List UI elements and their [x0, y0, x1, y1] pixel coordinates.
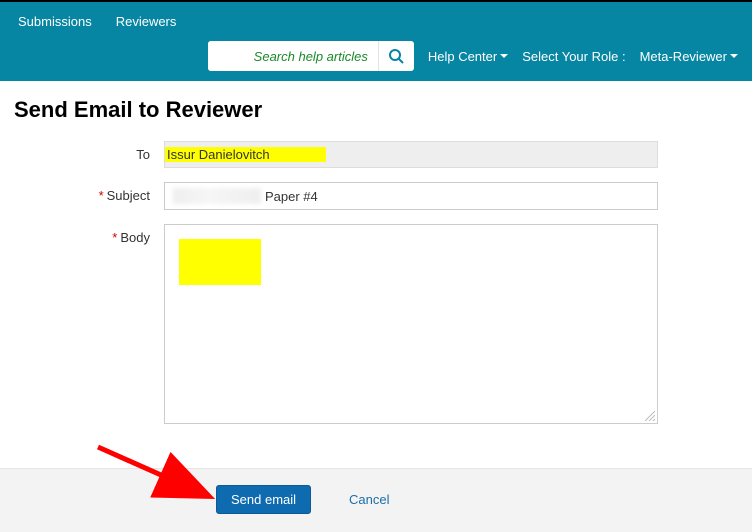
body-label: *Body [14, 224, 164, 245]
subject-input[interactable]: Paper #4 [164, 182, 658, 210]
send-email-button[interactable]: Send email [216, 485, 311, 514]
redacted-highlight [179, 239, 261, 285]
select-role-text: Select Your Role : [522, 49, 625, 64]
top-navbar: Submissions Reviewers Help Center Select… [0, 2, 752, 81]
subject-label: *Subject [14, 182, 164, 203]
to-label: To [14, 141, 164, 162]
search-button[interactable] [378, 41, 414, 71]
redacted-text [173, 188, 261, 204]
search-container [208, 41, 414, 71]
email-form: To Issur Danielovitch *Subject Paper #4 … [0, 141, 752, 468]
caret-down-icon [730, 54, 738, 58]
search-icon [388, 48, 404, 64]
resize-grip-icon [643, 409, 655, 421]
nav-submissions[interactable]: Submissions [18, 14, 92, 29]
body-label-text: Body [120, 230, 150, 245]
body-textarea[interactable] [164, 224, 658, 424]
subject-label-text: Subject [107, 188, 150, 203]
select-role-label: Select Your Role : [522, 49, 625, 64]
to-value: Issur Danielovitch [165, 147, 326, 162]
nav-reviewers[interactable]: Reviewers [116, 14, 177, 29]
help-center-dropdown[interactable]: Help Center [428, 49, 508, 64]
cancel-button[interactable]: Cancel [349, 492, 389, 507]
meta-reviewer-dropdown[interactable]: Meta-Reviewer [640, 49, 738, 64]
meta-reviewer-label: Meta-Reviewer [640, 49, 727, 64]
footer-bar: Send email Cancel [0, 468, 752, 532]
search-input[interactable] [208, 41, 378, 71]
to-field: Issur Danielovitch [164, 141, 658, 168]
caret-down-icon [500, 54, 508, 58]
help-center-label: Help Center [428, 49, 497, 64]
subject-value: Paper #4 [265, 189, 318, 204]
page-title: Send Email to Reviewer [0, 81, 752, 141]
